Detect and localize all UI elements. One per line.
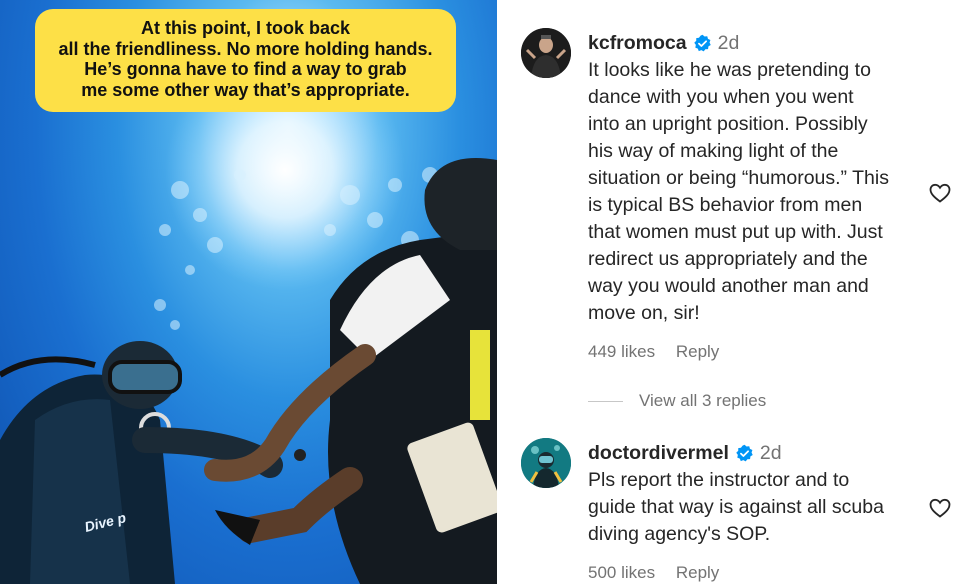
comment-line: Pls report the instructor and to — [588, 469, 850, 491]
comment-line: dance with you when you went — [588, 86, 854, 108]
like-count[interactable]: 449 likes — [588, 342, 655, 361]
video-frame[interactable]: Dive p At this point, I took back all th… — [0, 0, 497, 584]
comment-line: his way of making light of the — [588, 140, 839, 162]
comment-line: redirect us appropriately and the — [588, 248, 868, 270]
like-count[interactable]: 500 likes — [588, 563, 655, 582]
view-replies-button[interactable]: View all 3 replies — [639, 391, 766, 411]
comment-line: is typical BS behavior from men — [588, 194, 863, 216]
comment-text: Pls report the instructor and to guide t… — [588, 467, 928, 548]
comment-line: diving agency's SOP. — [588, 523, 771, 545]
comment-line: into an upright position. Possibly — [588, 113, 868, 135]
heart-icon[interactable] — [928, 181, 952, 205]
avatar[interactable] — [521, 438, 571, 488]
comment-line: move on, sir! — [588, 302, 700, 324]
comment-text: It looks like he was pretending to dance… — [588, 57, 928, 327]
comment-line: way you would another man and — [588, 275, 869, 297]
comment-line: It looks like he was pretending to — [588, 59, 871, 81]
comment-timestamp: 2d — [717, 32, 740, 54]
comment-timestamp: 2d — [759, 442, 782, 464]
reply-button[interactable]: Reply — [676, 563, 719, 582]
comment-username[interactable]: doctordivermel — [588, 442, 729, 465]
avatar-image — [521, 438, 571, 488]
replies-divider — [588, 401, 623, 402]
comment-line: guide that way is against all scuba — [588, 496, 884, 518]
comment-username[interactable]: kcfromoca — [588, 32, 687, 55]
caption-line: At this point, I took back — [140, 18, 350, 38]
avatar-image — [521, 28, 571, 78]
heart-icon[interactable] — [928, 496, 952, 520]
reply-button[interactable]: Reply — [676, 342, 719, 361]
video-caption: At this point, I took back all the frien… — [35, 9, 456, 112]
comments-panel[interactable]: kcfromoca 2d It looks like he was preten… — [497, 0, 975, 584]
caption-line: me some other way that’s appropriate. — [81, 79, 410, 100]
caption-line: all the friendliness. No more holding ha… — [58, 38, 433, 59]
verified-badge-icon — [736, 444, 753, 462]
comment-line: situation or being “humorous.” This — [588, 167, 889, 189]
comment-line: that women must put up with. Just — [588, 221, 883, 243]
caption-line: He’s gonna have to find a way to grab — [84, 59, 407, 79]
avatar[interactable] — [521, 28, 571, 78]
verified-badge-icon — [693, 34, 711, 52]
